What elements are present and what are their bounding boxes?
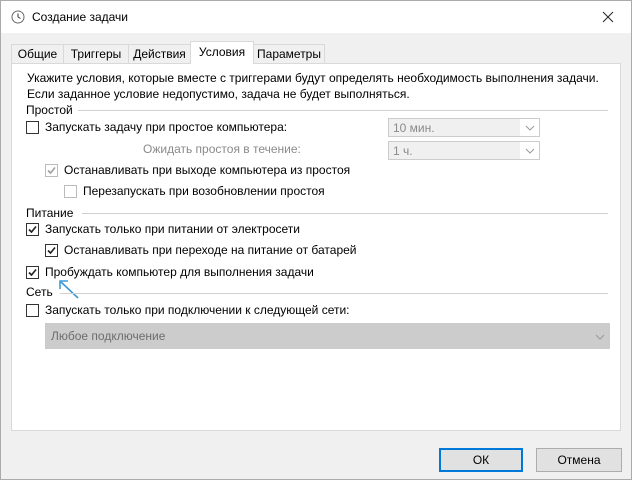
window-title: Создание задачи [32, 10, 128, 24]
description-line-2: Если заданное условие недопустимо, задач… [27, 87, 410, 101]
close-button[interactable] [585, 1, 631, 32]
idle-group-label: Простой [26, 103, 73, 117]
pointer-arrow-icon [59, 280, 79, 299]
idle-group-divider [78, 110, 608, 111]
checkmark-icon [28, 268, 37, 277]
chevron-down-icon [590, 324, 609, 350]
network-only-checkbox[interactable] [26, 304, 39, 317]
start-if-idle-label: Запускать задачу при простое компьютера: [45, 120, 288, 134]
create-task-dialog: Создание задачи Общие Триггеры Действия … [0, 0, 632, 480]
conditions-panel: Укажите условия, которые вместе с тригге… [11, 63, 621, 431]
idle-duration-value: 10 мин. [393, 121, 435, 135]
ac-only-label: Запускать только при питании от электрос… [45, 222, 300, 236]
checkmark-icon [28, 225, 37, 234]
stop-on-battery-label: Останавливать при переходе на питание от… [64, 243, 357, 257]
chevron-down-icon [520, 119, 539, 136]
idle-duration-select[interactable]: 10 мин. [388, 118, 540, 137]
tab-general[interactable]: Общие [11, 44, 64, 63]
stop-on-idle-end-label: Останавливать при выходе компьютера из п… [64, 163, 351, 177]
stop-on-idle-end-checkbox[interactable] [45, 164, 58, 177]
wait-label: Ожидать простоя в течение: [143, 142, 301, 156]
title-bar: Создание задачи [1, 1, 631, 33]
restart-on-idle-resume-checkbox[interactable] [64, 185, 77, 198]
wake-to-run-checkbox[interactable] [26, 266, 39, 279]
wait-duration-value: 1 ч. [393, 144, 413, 158]
ac-only-checkbox[interactable] [26, 223, 39, 236]
network-connection-select[interactable]: Любое подключение [45, 323, 610, 349]
tab-actions[interactable]: Действия [128, 44, 191, 63]
checkmark-icon [47, 246, 56, 255]
cancel-button[interactable]: Отмена [536, 448, 622, 472]
restart-on-idle-resume-label: Перезапускать при возобновлении простоя [83, 184, 325, 198]
network-only-label: Запускать только при подключении к следу… [45, 303, 350, 317]
ok-button[interactable]: ОК [439, 448, 523, 472]
power-group-label: Питание [26, 206, 74, 220]
tab-triggers[interactable]: Триггеры [63, 44, 129, 63]
stop-on-battery-checkbox[interactable] [45, 244, 58, 257]
tab-conditions[interactable]: Условия [190, 41, 254, 64]
wake-to-run-label: Пробуждать компьютер для выполнения зада… [45, 265, 314, 279]
network-connection-value: Любое подключение [51, 329, 166, 343]
start-if-idle-checkbox[interactable] [26, 121, 39, 134]
power-group-divider [82, 213, 608, 214]
chevron-down-icon [520, 142, 539, 159]
description-line-1: Укажите условия, которые вместе с тригге… [27, 71, 599, 85]
checkmark-icon [47, 166, 56, 175]
tab-settings[interactable]: Параметры [253, 44, 325, 63]
network-group-divider [60, 293, 608, 294]
network-group-label: Сеть [26, 285, 53, 299]
task-scheduler-icon [11, 10, 25, 24]
wait-duration-select[interactable]: 1 ч. [388, 141, 540, 160]
close-icon [602, 11, 614, 22]
